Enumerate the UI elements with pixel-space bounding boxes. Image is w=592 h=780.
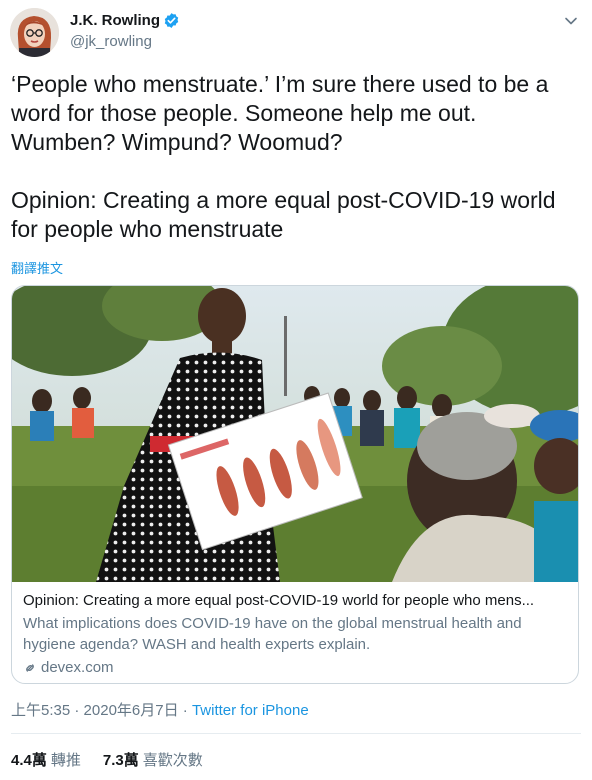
- card-description: What implications does COVID-19 have on …: [23, 615, 522, 653]
- divider: [11, 733, 581, 734]
- retweets-count: 4.4萬: [11, 752, 47, 769]
- likes-label: 喜歡次數: [142, 752, 203, 769]
- card-body: Opinion: Creating a more equal post-COVI…: [23, 591, 568, 678]
- likes-stat[interactable]: 7.3萬 喜歡次數: [103, 749, 203, 770]
- tweet-stats: 4.4萬 轉推 7.3萬 喜歡次數: [11, 749, 203, 770]
- card-image: [12, 286, 578, 582]
- likes-count: 7.3萬: [102, 752, 139, 769]
- author-names: J.K. Rowling @jk_rowling: [70, 12, 180, 50]
- chevron-down-icon[interactable]: [564, 14, 578, 28]
- retweets-stat[interactable]: 4.4萬 轉推: [11, 749, 81, 770]
- tweet-source-link[interactable]: Twitter for iPhone: [192, 702, 309, 719]
- card-domain: devex.com: [23, 657, 568, 678]
- meta-separator: ·: [70, 702, 84, 719]
- tweet-text-paragraph-2: Opinion: Creating a more equal post-COVI…: [11, 187, 556, 242]
- link-icon: [26, 663, 34, 672]
- tweet-meta: 上午5:35 · 2020年6月7日 · Twitter for iPhone: [11, 699, 309, 720]
- translate-tweet-link[interactable]: 翻譯推文: [11, 258, 63, 277]
- handle[interactable]: @jk_rowling: [70, 33, 180, 50]
- avatar[interactable]: [10, 8, 59, 57]
- tweet-text: ‘People who menstruate.’ I’m sure there …: [11, 70, 583, 244]
- display-name-text[interactable]: J.K. Rowling: [70, 12, 160, 29]
- card-domain-text: devex.com: [41, 659, 114, 676]
- tweet-date[interactable]: 2020年6月7日: [84, 702, 179, 719]
- verified-badge-icon: [164, 13, 179, 28]
- tweet-header: J.K. Rowling @jk_rowling: [10, 6, 582, 62]
- tweet-time[interactable]: 上午5:35: [11, 702, 70, 719]
- retweets-label: 轉推: [50, 752, 81, 769]
- link-card[interactable]: Opinion: Creating a more equal post-COVI…: [11, 285, 579, 684]
- display-name[interactable]: J.K. Rowling: [70, 12, 180, 29]
- card-title: Opinion: Creating a more equal post-COVI…: [23, 592, 535, 609]
- tweet-text-paragraph-1: ‘People who menstruate.’ I’m sure there …: [11, 71, 549, 155]
- meta-separator-2: ·: [178, 702, 192, 719]
